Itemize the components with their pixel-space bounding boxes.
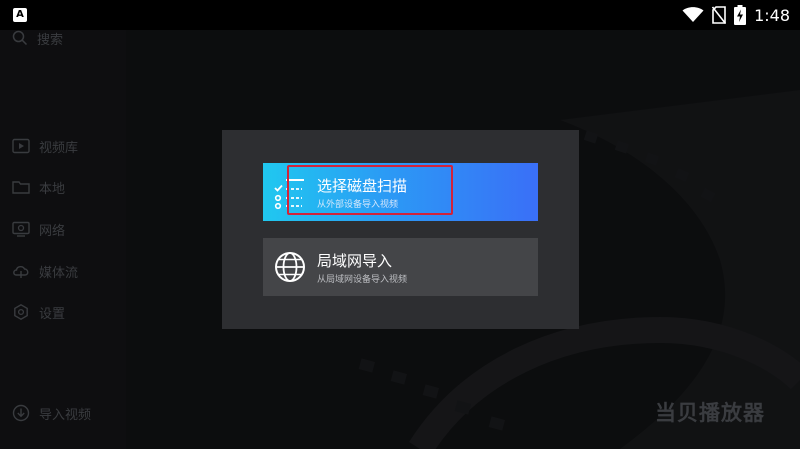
option-subtitle: 从外部设备导入视频 <box>317 200 399 210</box>
status-icons: 1:48 <box>682 0 790 30</box>
app-badge-icon: A <box>13 8 27 22</box>
scan-disk-option[interactable]: 选择磁盘扫描 从外部设备导入视频 <box>263 163 538 221</box>
status-bar: A 1:48 <box>0 0 800 30</box>
status-time: 1:48 <box>754 5 790 25</box>
checklist-icon <box>274 179 304 210</box>
brand-watermark: 当贝播放器 <box>655 401 765 425</box>
import-dialog: 选择磁盘扫描 从外部设备导入视频 局域网导入 从局域网设备导入视频 <box>222 130 579 329</box>
lan-import-option[interactable]: 局域网导入 从局域网设备导入视频 <box>263 238 538 296</box>
battery-charging-icon <box>734 5 747 25</box>
option-title: 局域网导入 <box>317 252 393 270</box>
globe-icon <box>275 252 305 282</box>
no-sim-icon <box>712 6 727 24</box>
wifi-icon <box>682 7 704 22</box>
option-subtitle: 从局域网设备导入视频 <box>317 275 408 285</box>
option-title: 选择磁盘扫描 <box>317 177 408 195</box>
